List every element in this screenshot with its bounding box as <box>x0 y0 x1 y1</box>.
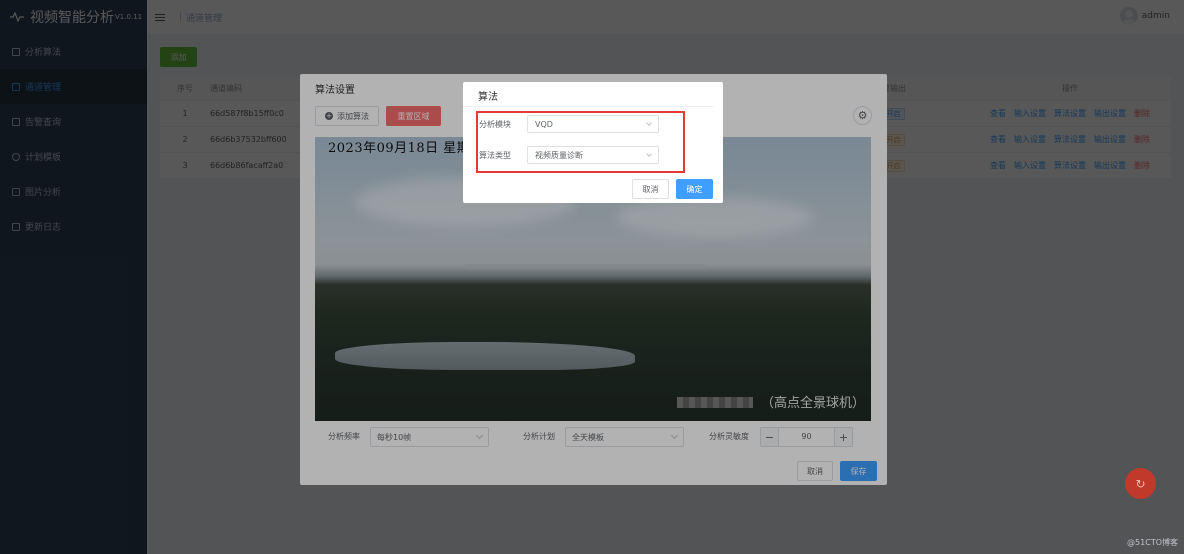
watermark: @51CTO博客 <box>1127 538 1178 547</box>
cancel-button[interactable]: 取消 <box>632 179 669 199</box>
algorithm-dialog: 算法 分析模块 VQD 算法类型 视频质量诊断 取消 确定 <box>463 82 723 203</box>
confirm-button[interactable]: 确定 <box>676 179 713 199</box>
dialog-title: 算法 <box>478 92 498 103</box>
floating-action-button[interactable]: ↻ <box>1125 468 1156 499</box>
refresh-icon: ↻ <box>1135 476 1146 491</box>
highlight-box <box>476 111 685 173</box>
divider <box>463 106 713 107</box>
